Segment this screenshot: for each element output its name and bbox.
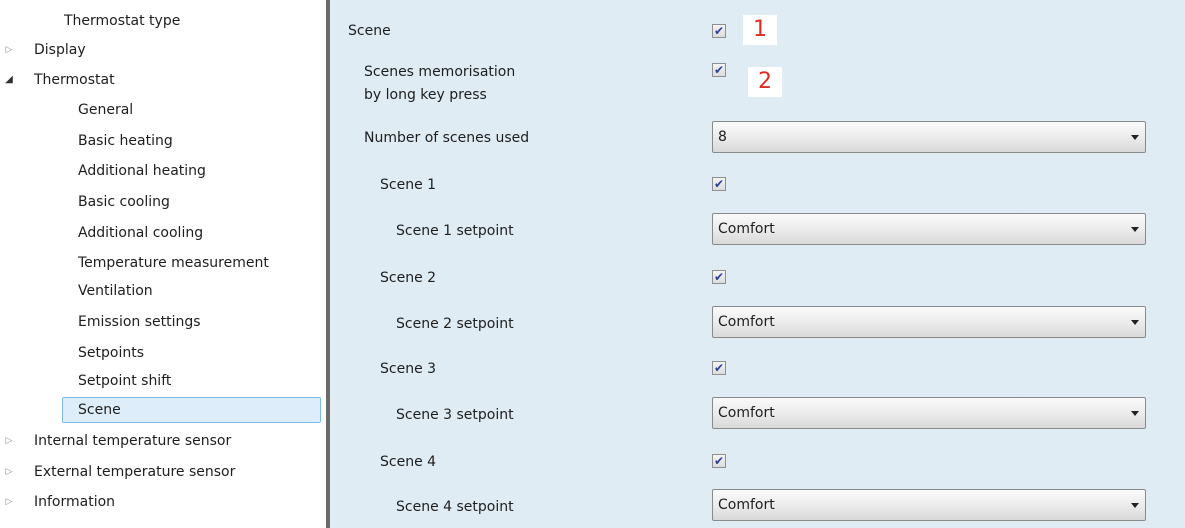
tree-item-label: General — [78, 102, 134, 118]
tree-item-setpoints[interactable]: Setpoints — [78, 342, 144, 364]
scene-3-setpoint-dropdown[interactable]: Comfort — [712, 397, 1146, 429]
tree-item-internal-temperature-sensor[interactable]: Internal temperature sensor — [34, 430, 231, 452]
tree-item-label: Information — [34, 494, 116, 510]
tree-item-information[interactable]: Information — [34, 491, 115, 513]
expand-arrow-icon[interactable]: ▷ — [4, 461, 14, 483]
scene-4-checkbox[interactable]: ✔ — [712, 454, 726, 468]
tree-item-additional-cooling[interactable]: Additional cooling — [78, 222, 203, 244]
collapse-arrow-icon[interactable]: ◢ — [4, 69, 14, 91]
tree-item-label: Setpoint shift — [78, 373, 172, 389]
tree-item-label: External temperature sensor — [34, 464, 236, 480]
tree-item-label: Scene — [78, 402, 121, 418]
dropdown-value: Comfort — [718, 497, 775, 513]
checkmark-icon: ✔ — [713, 361, 725, 375]
checkmark-icon: ✔ — [713, 177, 725, 191]
memorisation-checkbox[interactable]: ✔ — [712, 63, 726, 77]
parameter-panel: Scene ✔ 1 Scenes memorisation by long ke… — [330, 0, 1185, 528]
tree-item-label: Internal temperature sensor — [34, 433, 232, 449]
number-of-scenes-label: Number of scenes used — [364, 130, 530, 146]
dropdown-value: 8 — [718, 129, 727, 145]
tree-item-thermostat-type[interactable]: Thermostat type — [64, 10, 180, 32]
tree-item-emission-settings[interactable]: Emission settings — [78, 311, 201, 333]
chevron-down-icon — [1131, 411, 1139, 416]
scene-1-setpoint-label: Scene 1 setpoint — [396, 223, 514, 239]
tree-item-ventilation[interactable]: Ventilation — [78, 280, 153, 302]
scene-1-label: Scene 1 — [380, 177, 437, 193]
tree-item-label: Thermostat — [34, 72, 115, 88]
tree-item-label: Setpoints — [78, 345, 144, 361]
tree-item-label: Additional heating — [78, 163, 206, 179]
chevron-down-icon — [1131, 135, 1139, 140]
scene-checkbox[interactable]: ✔ — [712, 24, 726, 38]
tree-item-temperature-measurement[interactable]: Temperature measurement — [78, 252, 269, 274]
scene-2-setpoint-label: Scene 2 setpoint — [396, 316, 514, 332]
scene-3-setpoint-label: Scene 3 setpoint — [396, 407, 514, 423]
memorisation-label-line1: Scenes memorisation — [364, 64, 516, 80]
dropdown-value: Comfort — [718, 221, 775, 237]
tree-item-basic-cooling[interactable]: Basic cooling — [78, 191, 170, 213]
dropdown-value: Comfort — [718, 314, 775, 330]
scene-2-checkbox[interactable]: ✔ — [712, 270, 726, 284]
tree-item-additional-heating[interactable]: Additional heating — [78, 160, 206, 182]
chevron-down-icon — [1131, 320, 1139, 325]
tree-item-scene[interactable]: Scene — [78, 399, 121, 421]
chevron-down-icon — [1131, 503, 1139, 508]
checkmark-icon: ✔ — [713, 24, 725, 38]
tree-item-basic-heating[interactable]: Basic heating — [78, 130, 173, 152]
tree-item-display[interactable]: Display — [34, 39, 86, 61]
scene-3-checkbox[interactable]: ✔ — [712, 361, 726, 375]
scene-label: Scene — [348, 23, 391, 39]
tree-item-label: Ventilation — [78, 283, 153, 299]
checkmark-icon: ✔ — [713, 454, 725, 468]
annotation-badge-2: 2 — [748, 67, 782, 97]
tree-item-general[interactable]: General — [78, 99, 133, 121]
scene-4-setpoint-label: Scene 4 setpoint — [396, 499, 514, 515]
scene-2-label: Scene 2 — [380, 270, 437, 286]
scene-4-label: Scene 4 — [380, 454, 437, 470]
expand-arrow-icon[interactable]: ▷ — [4, 39, 14, 61]
tree-item-label: Basic cooling — [78, 194, 170, 210]
expand-arrow-icon[interactable]: ▷ — [4, 430, 14, 452]
tree-item-thermostat[interactable]: Thermostat — [34, 69, 115, 91]
parameter-tree: Thermostat type ▷ Display ◢ Thermostat G… — [0, 0, 326, 528]
checkmark-icon: ✔ — [713, 63, 725, 77]
tree-item-label: Temperature measurement — [78, 255, 269, 271]
scene-3-label: Scene 3 — [380, 361, 437, 377]
scene-1-checkbox[interactable]: ✔ — [712, 177, 726, 191]
checkmark-icon: ✔ — [713, 270, 725, 284]
tree-item-label: Additional cooling — [78, 225, 204, 241]
number-of-scenes-dropdown[interactable]: 8 — [712, 121, 1146, 153]
tree-item-external-temperature-sensor[interactable]: External temperature sensor — [34, 461, 235, 483]
scene-2-setpoint-dropdown[interactable]: Comfort — [712, 306, 1146, 338]
tree-item-label: Thermostat type — [64, 13, 181, 29]
tree-item-label: Emission settings — [78, 314, 201, 330]
memorisation-label-line2: by long key press — [364, 87, 487, 103]
tree-item-label: Basic heating — [78, 133, 173, 149]
tree-item-label: Display — [34, 42, 86, 58]
scene-4-setpoint-dropdown[interactable]: Comfort — [712, 489, 1146, 521]
annotation-badge-1: 1 — [743, 15, 777, 45]
scene-1-setpoint-dropdown[interactable]: Comfort — [712, 213, 1146, 245]
expand-arrow-icon[interactable]: ▷ — [4, 491, 14, 513]
dropdown-value: Comfort — [718, 405, 775, 421]
tree-item-setpoint-shift[interactable]: Setpoint shift — [78, 370, 171, 392]
chevron-down-icon — [1131, 227, 1139, 232]
